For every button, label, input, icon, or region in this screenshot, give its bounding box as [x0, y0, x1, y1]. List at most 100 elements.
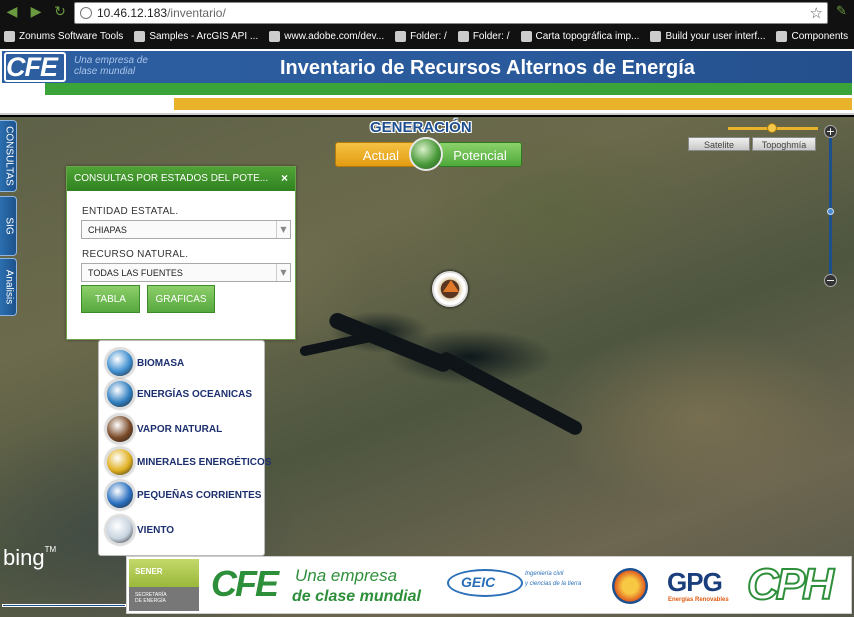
tagline-line-1: Una empresa de: [74, 55, 148, 66]
generation-title: GENERACIÓN: [370, 119, 472, 136]
reservoir-shape: [298, 330, 380, 357]
bing-tm: TM: [44, 545, 57, 554]
legend-label: MINERALES ENERGÉTICOS: [137, 456, 272, 468]
cfe-logo: CFE: [6, 52, 58, 82]
legend-resource-icon: [105, 379, 135, 409]
bookmark-label: Folder: /: [472, 31, 510, 42]
footer-cfe-tagline-1: Una empresa: [295, 566, 398, 585]
zoom-out-button[interactable]: −: [824, 274, 837, 287]
app-header: CFE Una empresa de clase mundial Inventa…: [0, 49, 854, 115]
footer-cfe-tagline-2: de clase mundial: [292, 588, 421, 605]
url-path: /inventario/: [167, 6, 226, 20]
bookmark-item[interactable]: Samples - ArcGIS API ...: [134, 31, 258, 42]
tab-consultas[interactable]: CONSULTAS: [0, 120, 17, 192]
legend-item[interactable]: ENERGÍAS OCEANICAS: [105, 379, 252, 409]
bookmark-label: Carta topográfica imp...: [535, 31, 640, 42]
chevron-down-icon[interactable]: ▼: [276, 221, 290, 238]
tagline-line-2: clase mundial: [74, 66, 136, 77]
bookmark-item[interactable]: Folder: /: [395, 31, 447, 42]
green-stripe: [45, 83, 852, 95]
tab-analisis-label: Analisis: [3, 269, 15, 305]
bookmark-item[interactable]: Zonums Software Tools: [4, 31, 123, 42]
page-icon: [395, 31, 407, 42]
geic-logo: GEIC: [461, 574, 496, 590]
forward-icon[interactable]: ▶: [28, 4, 44, 20]
map-scale-bar: [2, 604, 126, 607]
legend-label: PEQUEÑAS CORRIENTES: [137, 489, 262, 501]
bookmarks-bar: Zonums Software Tools Samples - ArcGIS AP…: [0, 27, 854, 46]
bookmark-item[interactable]: Folder: /: [457, 31, 510, 42]
legend-resource-icon: [105, 480, 135, 510]
legend-label: VIENTO: [137, 524, 175, 536]
tab-analisis[interactable]: Analisis: [0, 258, 17, 316]
resource-legend: BIOMASA ENERGÍAS OCEANICAS VAPOR NATURAL MI…: [98, 340, 271, 556]
tab-sig[interactable]: SIG: [0, 196, 17, 256]
wrench-menu-icon[interactable]: ✎: [836, 4, 850, 19]
bing-logo-text: bing: [3, 545, 45, 570]
cfe-tagline: Una empresa de clase mundial: [74, 55, 148, 77]
legend-label: BIOMASA: [137, 357, 185, 369]
legend-resource-icon: [105, 348, 135, 378]
page-info-icon[interactable]: [80, 7, 92, 19]
bookmark-star-icon[interactable]: ☆: [810, 4, 823, 22]
close-icon[interactable]: ×: [281, 171, 288, 185]
address-bar[interactable]: 10.46.12.183/inventario/ ☆: [74, 2, 828, 24]
state-label: ENTIDAD ESTATAL.: [82, 206, 179, 217]
topography-layer-button[interactable]: Topoghmía: [752, 137, 816, 151]
vapor-natural-marker-icon[interactable]: [432, 271, 468, 307]
legend-resource-icon: [105, 447, 135, 477]
resource-select-value: TODAS LAS FUENTES: [88, 268, 183, 278]
state-select[interactable]: CHIAPAS ▼: [81, 220, 291, 239]
legend-item[interactable]: MINERALES ENERGÉTICOS: [105, 447, 271, 477]
bookmark-item[interactable]: Components: [776, 31, 848, 42]
back-icon[interactable]: ◀: [4, 4, 20, 20]
sener-subtitle-2: DE ENERGÍA: [135, 598, 166, 604]
bookmark-item[interactable]: Build your user interf...: [650, 31, 765, 42]
zoom-in-button[interactable]: +: [824, 125, 837, 138]
table-button[interactable]: TABLA: [81, 285, 140, 313]
legend-label: VAPOR NATURAL: [137, 423, 223, 435]
footer-banner: SENER SECRETARÍA DE ENERGÍA CFE Una empr…: [126, 556, 852, 614]
reload-icon[interactable]: ↻: [52, 4, 68, 20]
legend-item[interactable]: VIENTO: [105, 515, 174, 545]
bookmark-item[interactable]: Carta topográfica imp...: [520, 31, 640, 42]
opacity-slider-handle[interactable]: [767, 123, 777, 133]
geic-subtitle-1: Ingeniería civil: [525, 571, 564, 577]
legend-item[interactable]: PEQUEÑAS CORRIENTES: [105, 480, 261, 510]
yellow-stripe: [174, 98, 852, 110]
sener-subtitle: SECRETARÍA DE ENERGÍA: [135, 592, 167, 604]
legend-item[interactable]: BIOMASA: [105, 348, 184, 378]
inegi-icon: [520, 31, 532, 42]
geic-subtitle: Ingeniería civil y ciencias de la tierra: [525, 569, 581, 589]
url-text[interactable]: 10.46.12.183/inventario/: [97, 6, 226, 20]
gpg-logo: GPG: [667, 567, 723, 597]
zoom-slider[interactable]: [829, 138, 832, 274]
zonums-icon: [4, 31, 15, 42]
potencial-button[interactable]: Potencial: [438, 142, 522, 167]
reservoir-shape: [436, 349, 585, 438]
globe-icon: [409, 137, 443, 171]
chevron-down-icon[interactable]: ▼: [276, 264, 290, 281]
charts-button[interactable]: GRAFICAS: [147, 285, 215, 313]
legend-label: ENERGÍAS OCEANICAS: [137, 388, 253, 400]
bookmark-item[interactable]: www.adobe.com/dev...: [269, 31, 384, 42]
gpg-sun-icon: [612, 568, 648, 604]
legend-resource-icon: [105, 414, 135, 444]
legend-item[interactable]: VAPOR NATURAL: [105, 414, 222, 444]
bookmark-label: Folder: /: [410, 31, 447, 42]
tab-consultas-label: CONSULTAS: [3, 126, 15, 186]
state-select-value: CHIAPAS: [88, 225, 127, 235]
resource-select[interactable]: TODAS LAS FUENTES ▼: [81, 263, 291, 282]
satellite-layer-button[interactable]: Satelite: [688, 137, 750, 151]
header-banner: CFE Una empresa de clase mundial Inventa…: [2, 51, 852, 83]
panel-header[interactable]: CONSULTAS POR ESTADOS DEL POTE... ×: [67, 167, 295, 191]
cph-logo: CPH: [746, 559, 835, 610]
adobe-icon: [269, 31, 281, 42]
panel-title: CONSULTAS POR ESTADOS DEL POTE...: [74, 173, 269, 184]
sener-logo: SENER SECRETARÍA DE ENERGÍA: [129, 559, 199, 611]
footer-cfe-logo: CFE: [211, 563, 279, 604]
zoom-slider-handle[interactable]: [827, 208, 834, 215]
resource-label: RECURSO NATURAL.: [82, 249, 189, 260]
components-icon: [776, 31, 788, 42]
adobe-icon: [650, 31, 662, 42]
